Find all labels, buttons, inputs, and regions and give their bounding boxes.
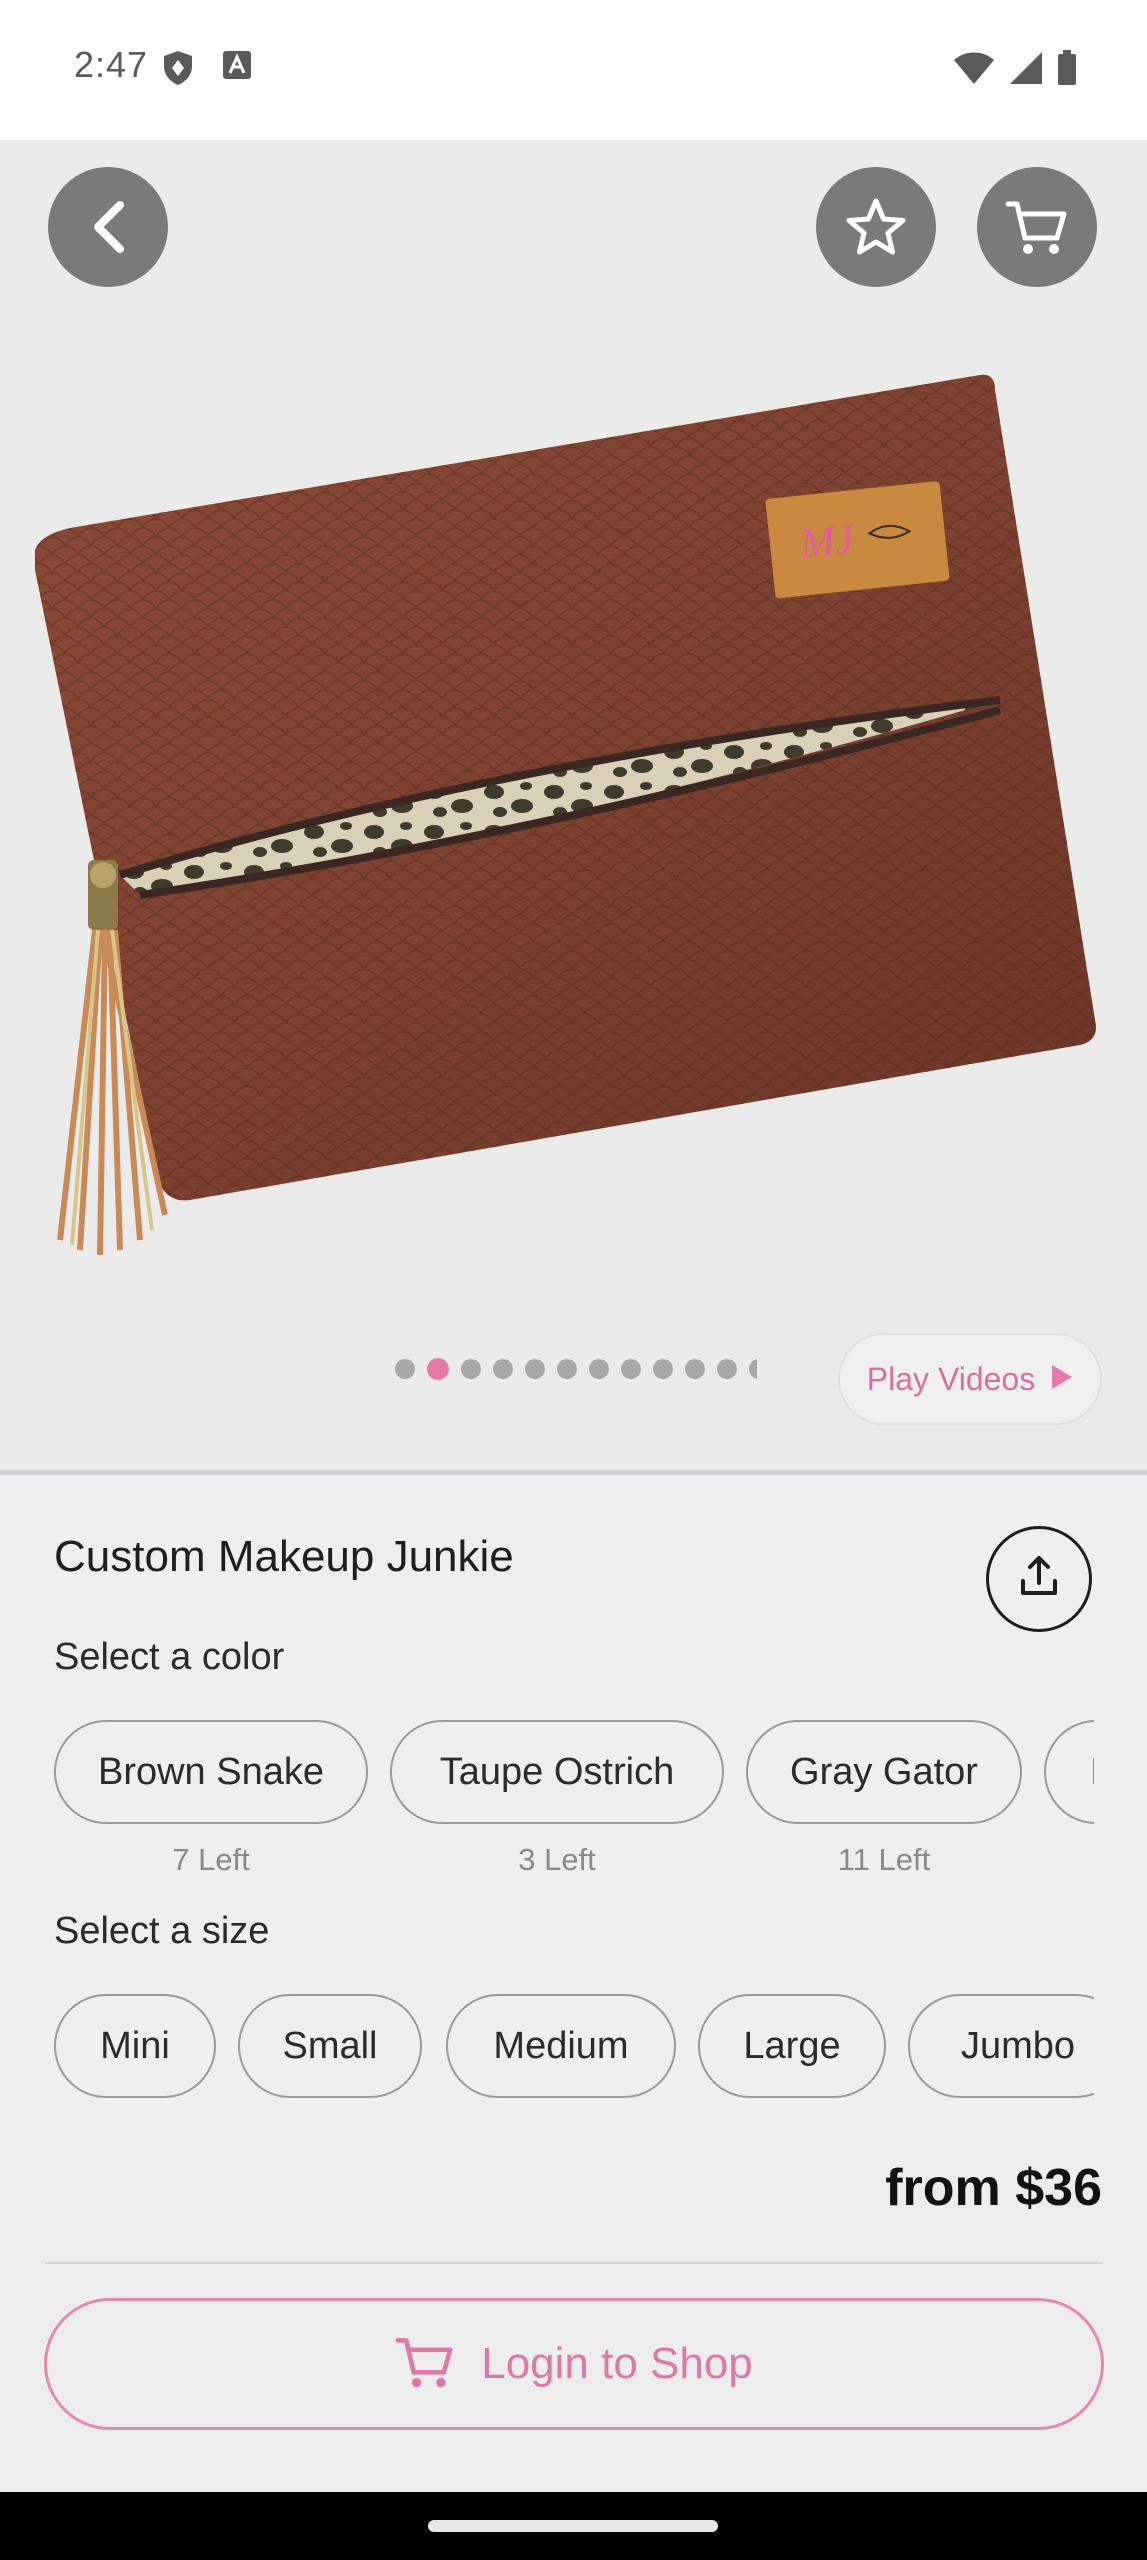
play-icon (1051, 1364, 1073, 1395)
carousel-dot[interactable] (493, 1359, 513, 1379)
share-icon (1017, 1555, 1061, 1604)
carousel-dot-active[interactable] (427, 1358, 449, 1380)
star-icon (845, 197, 907, 257)
carousel-dot[interactable] (621, 1359, 641, 1379)
carousel-dot[interactable] (589, 1359, 609, 1379)
share-button[interactable] (986, 1526, 1092, 1632)
cart-button[interactable] (977, 167, 1097, 287)
cart-icon (395, 2334, 455, 2395)
price-divider (45, 2262, 1102, 2264)
chevron-left-icon (88, 199, 128, 255)
stock-brown-snake: 7 Left (172, 1842, 250, 1877)
size-chip-mini[interactable]: Mini (54, 1994, 216, 2098)
price-label: from $36 (885, 2159, 1102, 2217)
color-options: Brown Snake Taupe Ostrich Gray Gator I (54, 1720, 1094, 1824)
section-divider (0, 1470, 1147, 1475)
home-gesture-handle[interactable] (428, 2520, 718, 2532)
color-section-label: Select a color (54, 1636, 285, 1678)
carousel-dot[interactable] (717, 1359, 737, 1379)
status-bar: 2:47 (0, 0, 1147, 140)
carousel-dot[interactable] (685, 1359, 705, 1379)
shield-icon (162, 50, 194, 91)
product-image-carousel[interactable]: MJ Play Videos (0, 140, 1147, 1470)
stock-gray-gator: 11 Left (837, 1842, 931, 1877)
carousel-dot[interactable] (525, 1359, 545, 1379)
login-to-shop-button[interactable]: Login to Shop (44, 2298, 1104, 2430)
carousel-dot[interactable] (395, 1359, 415, 1379)
size-options: Mini Small Medium Large Jumbo (54, 1994, 1094, 2098)
product-image: MJ (35, 374, 1096, 1256)
carousel-dot[interactable] (749, 1359, 757, 1379)
color-chip-taupe-ostrich[interactable]: Taupe Ostrich (390, 1720, 724, 1824)
product-title: Custom Makeup Junkie (54, 1532, 514, 1581)
status-time: 2:47 (74, 44, 149, 85)
cart-icon (1005, 198, 1069, 256)
wifi-icon (953, 51, 995, 90)
size-chip-jumbo[interactable]: Jumbo (908, 1994, 1094, 2098)
play-videos-label: Play Videos (866, 1360, 1036, 1397)
back-button[interactable] (48, 167, 168, 287)
status-right-icons (953, 50, 1077, 91)
carousel-indicator[interactable] (395, 1358, 757, 1380)
color-chip-gray-gator[interactable]: Gray Gator (746, 1720, 1022, 1824)
size-chip-large[interactable]: Large (698, 1994, 886, 2098)
play-videos-button[interactable]: Play Videos (838, 1333, 1102, 1425)
carousel-dot[interactable] (557, 1359, 577, 1379)
battery-icon (1057, 50, 1077, 91)
stock-taupe-ostrich: 3 Left (518, 1842, 596, 1877)
cell-signal-icon (1009, 51, 1043, 90)
color-chip-brown-snake[interactable]: Brown Snake (54, 1720, 368, 1824)
a-box-icon (222, 50, 252, 85)
carousel-dot[interactable] (653, 1359, 673, 1379)
size-chip-small[interactable]: Small (238, 1994, 422, 2098)
size-chip-medium[interactable]: Medium (446, 1994, 676, 2098)
carousel-dot[interactable] (461, 1359, 481, 1379)
logo-text: MJ (797, 516, 858, 568)
login-to-shop-label: Login to Shop (481, 2339, 753, 2388)
color-chip-partial[interactable]: I (1044, 1720, 1094, 1824)
favorite-button[interactable] (816, 167, 936, 287)
size-section-label: Select a size (54, 1910, 270, 1952)
